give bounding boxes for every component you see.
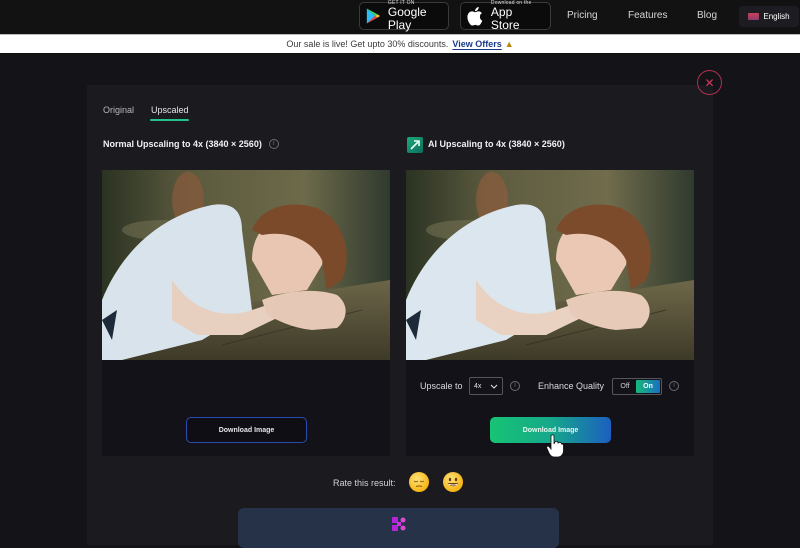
happy-face-icon[interactable] — [443, 472, 463, 492]
ai-upscale-panel — [406, 170, 694, 456]
ai-upscaled-image — [406, 170, 694, 360]
enhance-quality-toggle[interactable]: Off On — [612, 378, 662, 395]
normal-upscaled-image — [102, 170, 390, 360]
app-store-title: App Store — [490, 5, 520, 32]
google-play-button[interactable]: GET IT ON Google Play — [359, 0, 449, 32]
sale-banner: Our sale is live! Get upto 30% discounts… — [0, 34, 800, 55]
normal-upscale-panel — [102, 170, 390, 456]
nav-link-pricing[interactable]: Pricing — [567, 10, 598, 21]
uk-flag-icon — [748, 13, 760, 20]
language-label: English — [763, 12, 790, 21]
enhance-quality-label: Enhance Quality — [538, 381, 605, 391]
close-button[interactable]: ✕ — [697, 70, 722, 95]
sad-face-icon[interactable] — [409, 472, 429, 492]
nav-link-blog[interactable]: Blog — [697, 10, 717, 21]
rate-result-label: Rate this result: — [333, 478, 396, 488]
normal-upscaling-title: Normal Upscaling to 4x (3840 × 2560) i — [103, 139, 279, 149]
google-play-icon — [366, 8, 381, 24]
info-icon[interactable]: i — [268, 139, 279, 149]
ai-upscale-icon — [407, 137, 423, 153]
active-tab-indicator — [150, 119, 189, 121]
upscale-info-icon[interactable]: i — [510, 381, 520, 391]
download-normal-label: Download Image — [218, 426, 275, 434]
toggle-off-option[interactable]: Off — [614, 383, 636, 390]
photo-woman-resting-ai — [406, 170, 694, 360]
top-navigation: GET IT ON Google Play Download on the Ap… — [0, 0, 800, 34]
party-popper-icon: ▲ — [504, 39, 514, 49]
download-normal-image-button[interactable]: Download Image — [186, 417, 307, 443]
toggle-on-option[interactable]: On — [636, 380, 660, 393]
app-logo-icon — [392, 517, 406, 531]
tab-original[interactable]: Original — [103, 105, 134, 115]
view-offers-link[interactable]: View Offers — [452, 39, 501, 49]
bottom-promo-card — [238, 508, 559, 548]
chevron-down-icon — [490, 384, 498, 389]
upscale-factor-value: 4x — [474, 382, 482, 390]
download-ai-label: Download Image — [522, 426, 579, 434]
nav-link-features[interactable]: Features — [628, 10, 667, 21]
banner-text: Our sale is live! Get upto 30% discounts… — [286, 39, 449, 49]
close-icon: ✕ — [704, 75, 715, 90]
ai-upscaling-title-text: AI Upscaling to 4x (3840 × 2560) — [428, 139, 565, 149]
tab-upscaled[interactable]: Upscaled — [151, 105, 189, 115]
ai-upscaling-title: AI Upscaling to 4x (3840 × 2560) — [428, 139, 565, 149]
normal-upscaling-title-text: Normal Upscaling to 4x (3840 × 2560) — [103, 139, 262, 149]
hand-pointer-cursor-icon — [546, 434, 564, 458]
upscale-to-label: Upscale to — [420, 381, 463, 391]
upscale-factor-select[interactable]: 4x — [469, 377, 503, 395]
enhance-info-icon[interactable]: i — [669, 381, 679, 391]
app-store-button[interactable]: Download on the App Store — [460, 0, 551, 32]
photo-woman-resting — [102, 170, 390, 360]
language-selector[interactable]: English — [739, 6, 799, 27]
apple-icon — [467, 7, 483, 26]
google-play-title: Google Play — [387, 5, 427, 32]
